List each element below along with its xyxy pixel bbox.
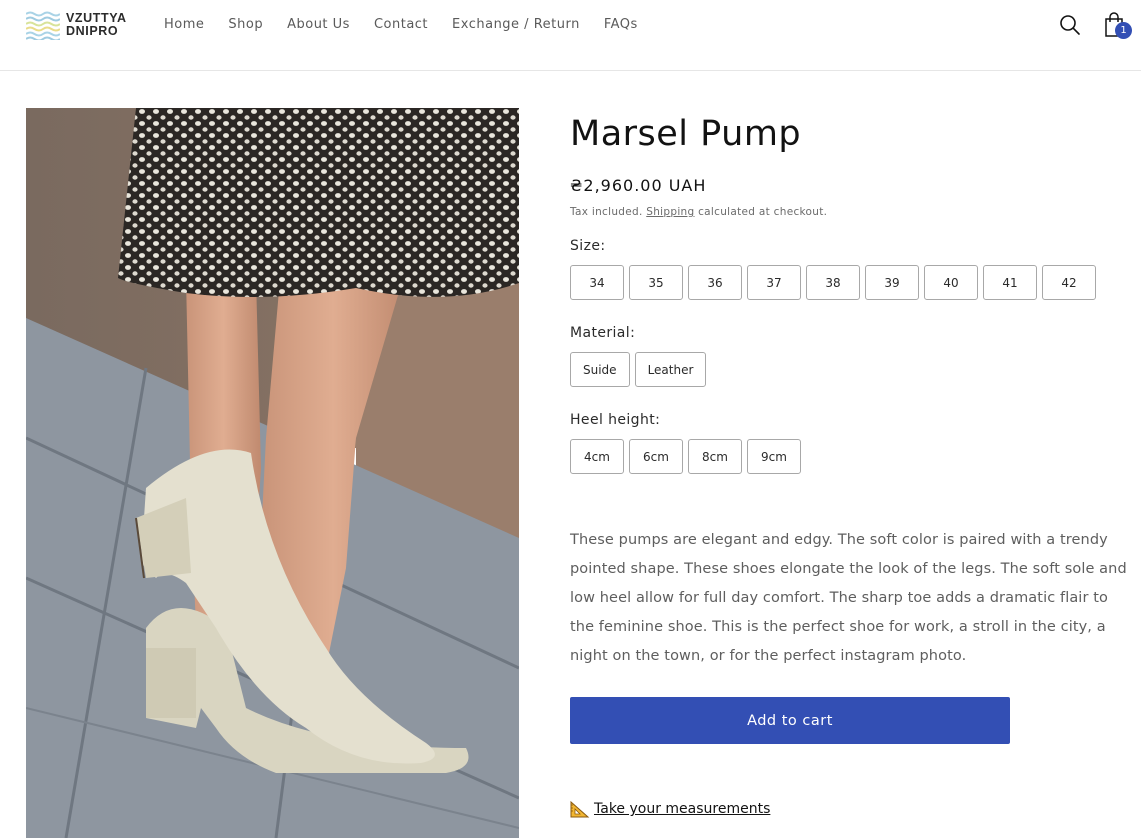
- product-info: Marsel Pump ₴2,960.00 UAH Tax included. …: [570, 108, 1130, 744]
- triangular-ruler-icon: [570, 800, 590, 818]
- search-icon: [1060, 15, 1080, 35]
- nav-home[interactable]: Home: [164, 17, 204, 33]
- heel-option-8cm[interactable]: 8cm: [688, 439, 742, 474]
- search-button[interactable]: [1058, 13, 1082, 37]
- product-title: Marsel Pump: [570, 114, 802, 154]
- store-logo[interactable]: VZUTTYA DNIPRO: [26, 9, 127, 41]
- main-nav: Home Shop About Us Contact Exchange / Re…: [164, 17, 662, 33]
- material-option-suide[interactable]: Suide: [570, 352, 630, 387]
- material-option-leather[interactable]: Leather: [634, 352, 707, 387]
- heel-option-6cm[interactable]: 6cm: [629, 439, 683, 474]
- product-description: These pumps are elegant and edgy. The so…: [570, 532, 1127, 664]
- shipping-link[interactable]: Shipping: [646, 206, 694, 218]
- tax-suffix: calculated at checkout.: [694, 206, 828, 218]
- nav-contact[interactable]: Contact: [374, 17, 428, 33]
- size-options: 34 35 36 37 38 39 40 41 42: [570, 265, 1130, 300]
- nav-shop[interactable]: Shop: [228, 17, 263, 33]
- take-measurements-label: Take your measurements: [594, 801, 771, 817]
- logo-line-2: DNIPRO: [66, 24, 119, 38]
- heel-option-4cm[interactable]: 4cm: [570, 439, 624, 474]
- site-header: VZUTTYA DNIPRO Home Shop About Us Contac…: [0, 0, 1141, 71]
- size-option-37[interactable]: 37: [747, 265, 801, 300]
- tax-prefix: Tax included.: [570, 206, 647, 218]
- material-options: Suide Leather: [570, 352, 1130, 387]
- size-label: Size:: [570, 238, 606, 254]
- heel-height-options: 4cm 6cm 8cm 9cm: [570, 439, 1130, 474]
- take-measurements-link[interactable]: Take your measurements: [570, 800, 770, 818]
- size-option-34[interactable]: 34: [570, 265, 624, 300]
- add-to-cart-button[interactable]: Add to cart: [570, 697, 1010, 744]
- product-image[interactable]: [26, 108, 519, 838]
- size-option-40[interactable]: 40: [924, 265, 978, 300]
- size-option-35[interactable]: 35: [629, 265, 683, 300]
- size-option-42[interactable]: 42: [1042, 265, 1096, 300]
- size-option-39[interactable]: 39: [865, 265, 919, 300]
- nav-faqs[interactable]: FAQs: [604, 17, 638, 33]
- heel-height-label: Heel height:: [570, 412, 661, 428]
- logo-wordmark: VZUTTYA DNIPRO: [66, 12, 127, 38]
- size-option-38[interactable]: 38: [806, 265, 860, 300]
- nav-about-us[interactable]: About Us: [287, 17, 350, 33]
- tax-note: Tax included. Shipping calculated at che…: [570, 204, 1130, 220]
- size-option-36[interactable]: 36: [688, 265, 742, 300]
- product-photo: [26, 108, 519, 838]
- nav-exchange-return[interactable]: Exchange / Return: [452, 17, 580, 33]
- logo-waves-icon: [26, 10, 60, 40]
- material-label: Material:: [570, 325, 636, 341]
- cart-count-badge: 1: [1115, 22, 1132, 39]
- size-option-41[interactable]: 41: [983, 265, 1037, 300]
- product-price: ₴2,960.00 UAH: [570, 176, 707, 195]
- heel-option-9cm[interactable]: 9cm: [747, 439, 801, 474]
